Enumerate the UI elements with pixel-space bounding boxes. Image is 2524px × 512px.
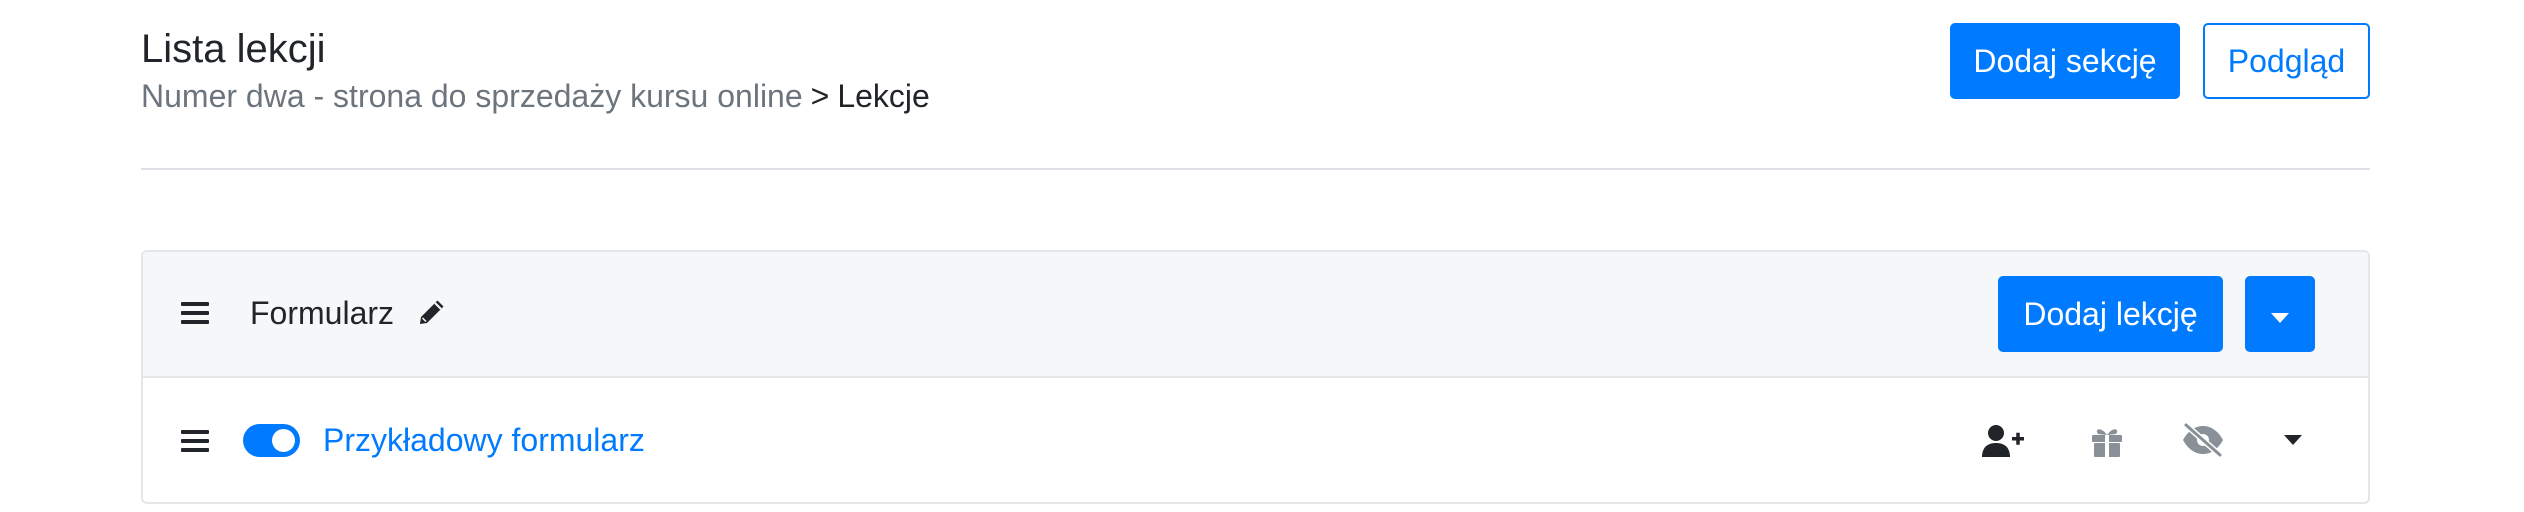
header-divider: [141, 168, 2370, 170]
section-options-button[interactable]: [2245, 276, 2315, 352]
preview-button[interactable]: Podgląd: [2203, 23, 2370, 99]
bars-icon[interactable]: [179, 297, 211, 329]
breadcrumb-current: Lekcje: [837, 78, 930, 114]
breadcrumb: Numer dwa - strona do sprzedaży kursu on…: [141, 76, 930, 116]
add-lesson-button[interactable]: Dodaj lekcję: [1998, 276, 2223, 352]
lesson-row: Przykładowy formularz: [143, 378, 2368, 502]
section-header: Formularz Dodaj lekcję: [143, 252, 2368, 378]
eye-slash-icon[interactable]: [2181, 422, 2225, 458]
lesson-title-link[interactable]: Przykładowy formularz: [323, 420, 645, 460]
pencil-icon[interactable]: [415, 297, 447, 329]
breadcrumb-separator: >: [810, 78, 830, 114]
gift-icon[interactable]: [2089, 423, 2125, 459]
toggle-knob: [272, 429, 295, 452]
lesson-publish-toggle[interactable]: [243, 424, 300, 457]
section-title: Formularz: [250, 295, 395, 331]
caret-down-icon: [2269, 296, 2291, 333]
breadcrumb-course-link[interactable]: Numer dwa - strona do sprzedaży kursu on…: [141, 78, 803, 114]
lessons-page: Lista lekcji Numer dwa - strona do sprze…: [0, 0, 2524, 512]
page-title: Lista lekcji: [141, 27, 326, 71]
section-card: Formularz Dodaj lekcję Przykładowy formu…: [141, 250, 2370, 504]
caret-down-icon[interactable]: [2279, 426, 2307, 454]
user-plus-icon[interactable]: [1981, 423, 2025, 459]
bars-icon[interactable]: [179, 425, 211, 457]
add-section-button[interactable]: Dodaj sekcję: [1950, 23, 2180, 99]
